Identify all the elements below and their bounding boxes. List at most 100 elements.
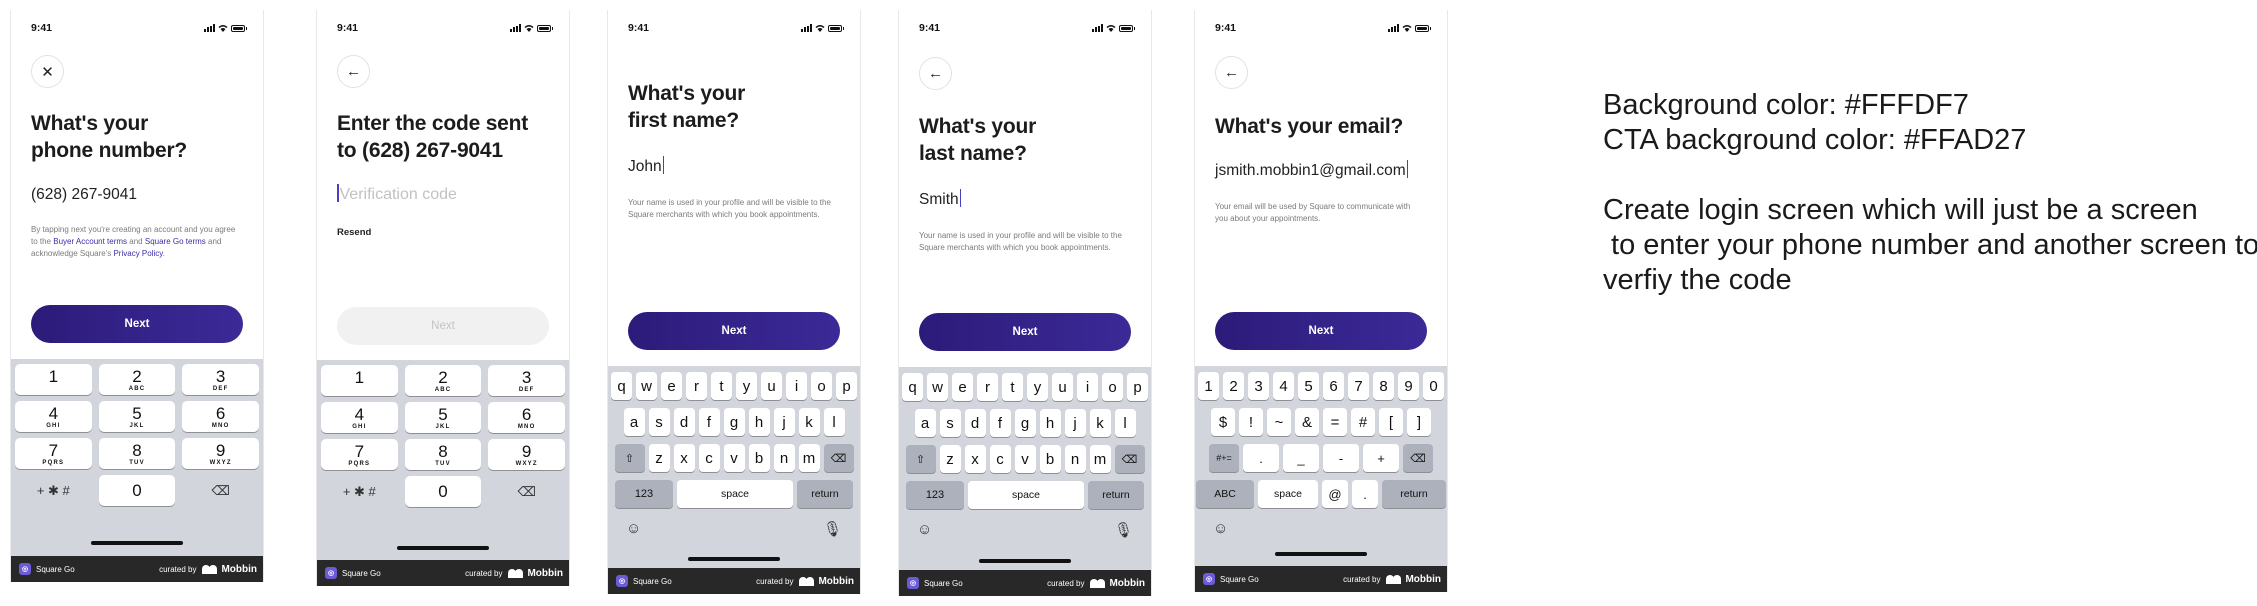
space-key[interactable]: space bbox=[677, 480, 793, 508]
return-key[interactable]: return bbox=[1088, 481, 1144, 509]
back-button[interactable]: ← bbox=[1215, 56, 1248, 89]
key-c[interactable]: c bbox=[989, 445, 1011, 473]
key-4[interactable]: 4 bbox=[1273, 372, 1294, 400]
key-u[interactable]: u bbox=[761, 372, 782, 400]
dot-key[interactable]: . bbox=[1352, 480, 1378, 508]
key-7[interactable]: 7 bbox=[1348, 372, 1369, 400]
key-k[interactable]: k bbox=[1089, 409, 1111, 437]
return-key[interactable]: return bbox=[1382, 480, 1446, 508]
emoji-icon[interactable]: ☺ bbox=[917, 521, 932, 539]
key-w[interactable]: w bbox=[927, 373, 948, 401]
space-key[interactable]: space bbox=[1258, 480, 1318, 508]
key-dollar[interactable]: $ bbox=[1211, 408, 1235, 436]
key-m[interactable]: m bbox=[1089, 445, 1111, 473]
key-y[interactable]: y bbox=[1027, 373, 1048, 401]
key-o[interactable]: o bbox=[1102, 373, 1123, 401]
key-4[interactable]: 4 GHI bbox=[321, 402, 398, 433]
key-j[interactable]: j bbox=[773, 408, 795, 436]
key-6[interactable]: 6 bbox=[1323, 372, 1344, 400]
key-2[interactable]: 2 ABC bbox=[98, 364, 176, 395]
key-5[interactable]: 5 JKL bbox=[98, 401, 176, 432]
key-h[interactable]: h bbox=[748, 408, 770, 436]
key-3[interactable]: 3 bbox=[1248, 372, 1269, 400]
abc-key[interactable]: ABC bbox=[1196, 480, 1254, 508]
key-b[interactable]: b bbox=[1039, 445, 1061, 473]
key-p[interactable]: p bbox=[1127, 373, 1148, 401]
key-r[interactable]: r bbox=[977, 373, 998, 401]
key-equals[interactable]: = bbox=[1323, 408, 1347, 436]
key-v[interactable]: v bbox=[723, 444, 745, 472]
emoji-icon[interactable]: ☺ bbox=[626, 520, 641, 538]
key-symbols[interactable]: + ✱ # bbox=[15, 475, 92, 506]
key-2[interactable]: 2 ABC bbox=[404, 365, 482, 396]
next-button[interactable]: Next bbox=[628, 312, 840, 350]
key-i[interactable]: i bbox=[786, 372, 807, 400]
symbols-key[interactable]: #+= bbox=[1209, 444, 1239, 472]
delete-key-icon[interactable]: ⌫ bbox=[823, 444, 854, 472]
key-0[interactable]: 0 bbox=[404, 476, 482, 507]
phone-number-input[interactable]: (628) 267-9041 bbox=[31, 186, 137, 204]
first-name-input[interactable]: John bbox=[628, 156, 665, 176]
delete-key-icon[interactable]: ⌫ bbox=[488, 476, 565, 507]
key-period[interactable]: . bbox=[1243, 444, 1279, 472]
verification-code-input[interactable]: Verification code bbox=[337, 184, 457, 204]
numbers-key[interactable]: 123 bbox=[906, 481, 964, 509]
key-b[interactable]: b bbox=[748, 444, 770, 472]
emoji-icon[interactable]: ☺ bbox=[1213, 520, 1228, 537]
key-u[interactable]: u bbox=[1052, 373, 1073, 401]
buyer-terms-link[interactable]: Buyer Account terms bbox=[53, 237, 127, 246]
key-hyphen[interactable]: - bbox=[1323, 444, 1359, 472]
microphone-icon[interactable]: 🎙 bbox=[1114, 521, 1133, 539]
key-hash[interactable]: # bbox=[1351, 408, 1375, 436]
key-4[interactable]: 4 GHI bbox=[15, 401, 92, 432]
space-key[interactable]: space bbox=[968, 481, 1084, 509]
key-right-bracket[interactable]: ] bbox=[1407, 408, 1431, 436]
key-8[interactable]: 8 TUV bbox=[98, 438, 176, 469]
key-plus[interactable]: + bbox=[1363, 444, 1399, 472]
key-7[interactable]: 7 PQRS bbox=[15, 438, 92, 469]
privacy-policy-link[interactable]: Privacy Policy bbox=[113, 249, 162, 258]
key-symbols[interactable]: + ✱ # bbox=[321, 476, 398, 507]
key-r[interactable]: r bbox=[686, 372, 707, 400]
key-ampersand[interactable]: & bbox=[1295, 408, 1319, 436]
key-c[interactable]: c bbox=[698, 444, 720, 472]
key-d[interactable]: d bbox=[964, 409, 986, 437]
key-0[interactable]: 0 bbox=[98, 475, 176, 506]
key-i[interactable]: i bbox=[1077, 373, 1098, 401]
email-input[interactable]: jsmith.mobbin1@gmail.com bbox=[1215, 160, 1409, 180]
key-l[interactable]: l bbox=[1114, 409, 1136, 437]
numbers-key[interactable]: 123 bbox=[615, 480, 673, 508]
key-y[interactable]: y bbox=[736, 372, 757, 400]
key-w[interactable]: w bbox=[636, 372, 657, 400]
key-5[interactable]: 5 JKL bbox=[404, 402, 482, 433]
next-button[interactable]: Next bbox=[31, 305, 243, 343]
key-0[interactable]: 0 bbox=[1423, 372, 1444, 400]
key-8[interactable]: 8 TUV bbox=[404, 439, 482, 470]
key-l[interactable]: l bbox=[823, 408, 845, 436]
key-g[interactable]: g bbox=[1014, 409, 1036, 437]
key-1[interactable]: 1 bbox=[15, 364, 92, 395]
back-button[interactable]: ← bbox=[337, 55, 370, 88]
delete-key-icon[interactable]: ⌫ bbox=[1114, 445, 1145, 473]
back-button[interactable]: ← bbox=[919, 57, 952, 90]
resend-link[interactable]: Resend bbox=[337, 227, 371, 238]
key-3[interactable]: 3 DEF bbox=[182, 364, 259, 395]
delete-key-icon[interactable]: ⌫ bbox=[1403, 444, 1433, 472]
next-button[interactable]: Next bbox=[919, 313, 1131, 351]
key-s[interactable]: s bbox=[648, 408, 670, 436]
key-3[interactable]: 3 DEF bbox=[488, 365, 565, 396]
key-x[interactable]: x bbox=[673, 444, 695, 472]
key-z[interactable]: z bbox=[648, 444, 670, 472]
key-q[interactable]: q bbox=[902, 373, 923, 401]
key-9[interactable]: 9 WXYZ bbox=[488, 439, 565, 470]
square-go-terms-link[interactable]: Square Go terms bbox=[145, 237, 206, 246]
key-v[interactable]: v bbox=[1014, 445, 1036, 473]
key-t[interactable]: t bbox=[711, 372, 732, 400]
key-1[interactable]: 1 bbox=[1198, 372, 1219, 400]
key-2[interactable]: 2 bbox=[1223, 372, 1244, 400]
key-q[interactable]: q bbox=[611, 372, 632, 400]
key-d[interactable]: d bbox=[673, 408, 695, 436]
microphone-icon[interactable]: 🎙 bbox=[823, 520, 842, 538]
next-button[interactable]: Next bbox=[337, 307, 549, 345]
key-f[interactable]: f bbox=[989, 409, 1011, 437]
